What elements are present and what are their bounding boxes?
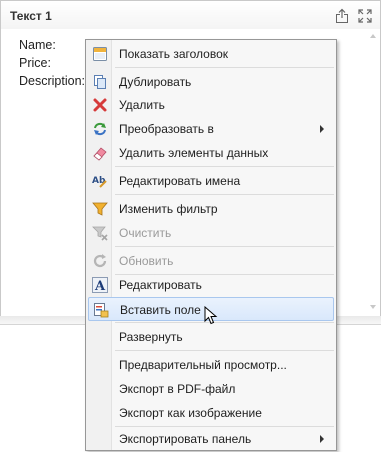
menu-item-label: Обновить: [119, 254, 174, 268]
submenu-arrow-icon: [320, 125, 324, 133]
export-icon[interactable]: [334, 8, 350, 24]
field-name-label: Name:: [19, 38, 56, 52]
field-price-label: Price:: [19, 56, 51, 70]
menu-separator: [115, 246, 334, 247]
menu-item-maximize[interactable]: Развернуть: [88, 325, 334, 349]
eraser-icon: [92, 145, 108, 161]
menu-item-edit-names[interactable]: Ab Редактировать имена: [88, 169, 334, 193]
filter-icon: [92, 201, 108, 217]
maximize-icon[interactable]: [357, 8, 373, 24]
menu-item-show-caption[interactable]: Показать заголовок: [88, 42, 334, 66]
scroll-up-icon[interactable]: [370, 34, 376, 38]
menu-separator: [115, 194, 334, 195]
menu-item-label: Показать заголовок: [119, 47, 229, 61]
menu-separator: [115, 350, 334, 351]
menu-item-label: Экспорт в PDF-файл: [119, 382, 236, 396]
menu-separator: [115, 322, 334, 323]
menu-item-duplicate[interactable]: Дублировать: [88, 70, 334, 94]
menu-item-label: Изменить фильтр: [119, 202, 218, 216]
panel-header: Текст 1: [1, 1, 380, 29]
field-description-label: Description:: [19, 74, 85, 88]
insert-field-icon: [93, 302, 109, 318]
menu-item-label: Экспортировать панель: [119, 432, 252, 446]
menu-item-label: Очистить: [119, 226, 172, 240]
menu-item-label: Дублировать: [119, 75, 192, 89]
menu-item-export-pdf[interactable]: Экспорт в PDF-файл: [88, 377, 334, 401]
rename-icon: Ab: [92, 173, 108, 189]
menu-item-edit[interactable]: A Редактировать: [88, 273, 334, 297]
menu-item-refresh: Обновить: [88, 249, 334, 273]
panel-scrollbar[interactable]: [370, 34, 377, 309]
submenu-arrow-icon: [320, 435, 324, 443]
refresh-icon: [92, 253, 108, 269]
svg-text:A: A: [94, 279, 106, 293]
menu-item-delete[interactable]: Удалить: [88, 93, 334, 117]
menu-item-label: Предварительный просмотр...: [119, 358, 287, 372]
scroll-down-icon[interactable]: [370, 305, 376, 309]
menu-item-label: Удалить: [119, 98, 165, 112]
menu-separator: [115, 166, 334, 167]
menu-item-export-image[interactable]: Экспорт как изображение: [88, 401, 334, 425]
delete-icon: [92, 97, 108, 113]
menu-item-export-panel[interactable]: Экспортировать панель: [88, 427, 334, 451]
edit-text-icon: A: [92, 277, 108, 294]
menu-item-label: Преобразовать в: [119, 122, 214, 136]
menu-item-edit-filter[interactable]: Изменить фильтр: [88, 197, 334, 221]
menu-item-print-preview[interactable]: Предварительный просмотр...: [88, 353, 334, 377]
duplicate-icon: [92, 74, 108, 90]
window-icon: [92, 46, 108, 62]
convert-icon: [92, 121, 108, 137]
panel-title: Текст 1: [10, 9, 52, 23]
menu-item-convert-to[interactable]: Преобразовать в: [88, 117, 334, 141]
menu-item-label: Редактировать имена: [119, 174, 241, 188]
menu-item-label: Вставить поле: [120, 303, 201, 317]
clear-filter-icon: [92, 225, 108, 241]
menu-item-remove-data-items[interactable]: Удалить элементы данных: [88, 141, 334, 165]
menu-item-label: Экспорт как изображение: [119, 406, 262, 420]
menu-item-clear: Очистить: [88, 221, 334, 245]
menu-separator: [115, 67, 334, 68]
mouse-cursor-icon: [204, 305, 218, 326]
menu-item-label: Удалить элементы данных: [119, 146, 269, 160]
context-menu: Показать заголовок Дублировать Удалить П…: [85, 39, 337, 451]
menu-item-label: Редактировать: [119, 278, 202, 292]
menu-item-label: Развернуть: [119, 330, 183, 344]
